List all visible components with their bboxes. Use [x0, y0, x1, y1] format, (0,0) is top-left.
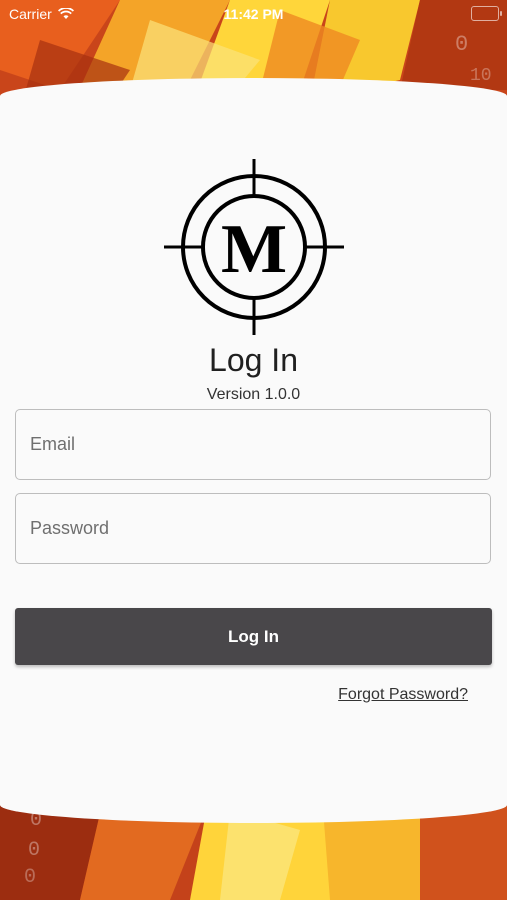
status-time: 11:42 PM: [223, 6, 284, 22]
status-bar: Carrier 11:42 PM: [0, 0, 507, 28]
svg-text:0: 0: [24, 866, 36, 889]
crosshair-logo-icon: M: [164, 159, 344, 335]
svg-text:10: 10: [470, 66, 492, 86]
password-input[interactable]: [16, 494, 490, 563]
battery-icon: [471, 6, 502, 21]
svg-text:0: 0: [28, 839, 40, 862]
logo-letter: M: [221, 211, 287, 288]
login-button[interactable]: Log In: [15, 608, 492, 665]
page-title: Log In: [209, 342, 298, 378]
password-field[interactable]: [15, 493, 491, 564]
svg-text:0: 0: [455, 32, 468, 57]
email-input[interactable]: [16, 410, 490, 479]
forgot-password-link[interactable]: Forgot Password?: [338, 686, 468, 704]
email-field[interactable]: [15, 409, 491, 480]
version-label: Version 1.0.0: [206, 386, 301, 403]
